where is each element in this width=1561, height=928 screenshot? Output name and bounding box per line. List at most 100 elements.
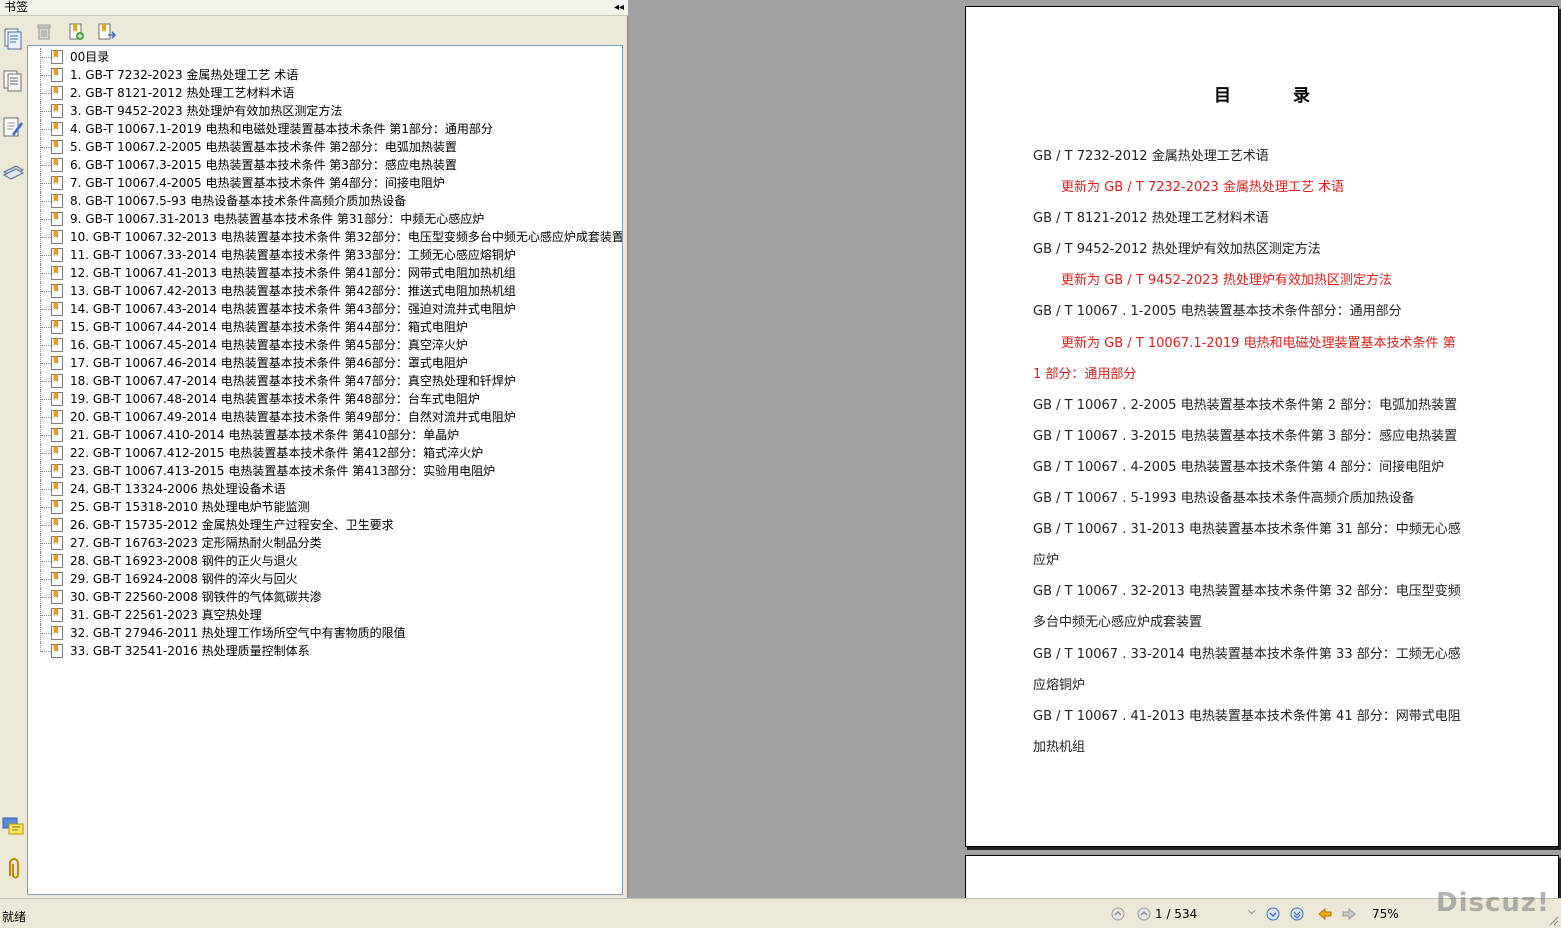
first-page-icon[interactable] <box>1111 907 1125 921</box>
bookmark-icon <box>51 626 63 640</box>
bookmark-item[interactable]: 20. GB-T 10067.49-2014 电热装置基本技术条件 第49部分：… <box>28 408 622 426</box>
bookmark-item[interactable]: 16. GB-T 10067.45-2014 电热装置基本技术条件 第45部分：… <box>28 336 622 354</box>
page-number-field[interactable]: 1 / 534 <box>1133 905 1263 924</box>
bookmark-list: 00目录 1. GB-T 7232-2023 金属热处理工艺 术语 2. GB-T … <box>28 48 622 660</box>
tree-guide-line <box>40 66 51 84</box>
toc-line: GB / T 10067 . 32-2013 电热装置基本技术条件第 32 部分… <box>1033 584 1461 600</box>
status-bar: 就绪 1 / 534 ⌵ 75% <box>0 898 1561 928</box>
bookmark-item[interactable]: 31. GB-T 22561-2023 真空热处理 <box>28 606 622 624</box>
go-back-icon[interactable] <box>1318 907 1332 921</box>
bookmark-icon <box>51 590 63 604</box>
tree-guide-line <box>40 588 51 606</box>
bookmark-icon <box>51 446 63 460</box>
bookmark-item[interactable]: 3. GB-T 9452-2023 热处理炉有效加热区测定方法 <box>28 102 622 120</box>
bookmark-label: 1. GB-T 7232-2023 金属热处理工艺 术语 <box>70 68 299 82</box>
toc-line: GB / T 10067 . 2-2005 电热装置基本技术条件第 2 部分：电… <box>1033 397 1458 413</box>
bookmark-label: 32. GB-T 27946-2011 热处理工作场所空气中有害物质的限值 <box>70 626 406 640</box>
toc-line: GB / T 10067 . 41-2013 电热装置基本技术条件第 41 部分… <box>1033 708 1461 724</box>
attachments-list-icon[interactable] <box>1 158 25 184</box>
bookmark-tree[interactable]: 00目录 1. GB-T 7232-2023 金属热处理工艺 术语 2. GB-T … <box>27 45 623 895</box>
bookmark-label: 8. GB-T 10067.5-93 电热设备基本技术条件高频介质加热设备 <box>70 194 407 208</box>
bookmark-item[interactable]: 24. GB-T 13324-2006 热处理设备术语 <box>28 480 622 498</box>
layers-icon[interactable] <box>1 68 25 94</box>
bookmark-item[interactable]: 30. GB-T 22560-2008 钢铁件的气体氮碳共渗 <box>28 588 622 606</box>
bookmark-item[interactable]: 9. GB-T 10067.31-2013 电热装置基本技术条件 第31部分：中… <box>28 210 622 228</box>
bookmark-icon <box>51 68 63 82</box>
bookmark-toolbar <box>28 20 228 44</box>
bookmark-item[interactable]: 33. GB-T 32541-2016 热处理质量控制体系 <box>28 642 622 660</box>
new-bookmark-icon[interactable] <box>66 22 86 42</box>
pages-icon[interactable] <box>1 26 25 52</box>
bookmark-item[interactable]: 25. GB-T 15318-2010 热处理电炉节能监测 <box>28 498 622 516</box>
bookmark-item[interactable]: 11. GB-T 10067.33-2014 电热装置基本技术条件 第33部分：… <box>28 246 622 264</box>
bookmark-icon <box>51 194 63 208</box>
tree-guide-line <box>40 246 51 264</box>
bookmark-icon <box>51 248 63 262</box>
bookmark-item[interactable]: 7. GB-T 10067.4-2005 电热装置基本技术条件 第4部分：间接电… <box>28 174 622 192</box>
bookmark-label: 28. GB-T 16923-2008 钢件的正火与退火 <box>70 554 298 568</box>
bookmark-item[interactable]: 22. GB-T 10067.412-2015 电热装置基本技术条件 第412部… <box>28 444 622 462</box>
bookmark-label: 17. GB-T 10067.46-2014 电热装置基本技术条件 第46部分：… <box>70 356 468 370</box>
bookmark-item[interactable]: 19. GB-T 10067.48-2014 电热装置基本技术条件 第48部分：… <box>28 390 622 408</box>
page-indicator: 1 / 534 <box>1155 907 1198 921</box>
comments-icon[interactable] <box>1 814 25 840</box>
bookmark-item[interactable]: 32. GB-T 27946-2011 热处理工作场所空气中有害物质的限值 <box>28 624 622 642</box>
bookmark-item[interactable]: 1. GB-T 7232-2023 金属热处理工艺 术语 <box>28 66 622 84</box>
last-page-icon[interactable] <box>1290 907 1304 921</box>
signatures-icon[interactable] <box>1 114 25 140</box>
bookmark-item[interactable]: 8. GB-T 10067.5-93 电热设备基本技术条件高频介质加热设备 <box>28 192 622 210</box>
bookmark-item[interactable]: 28. GB-T 16923-2008 钢件的正火与退火 <box>28 552 622 570</box>
paperclip-icon[interactable] <box>1 856 25 882</box>
bookmark-item[interactable]: 4. GB-T 10067.1-2019 电热和电磁处理装置基本技术条件 第1部… <box>28 120 622 138</box>
bookmark-label: 29. GB-T 16924-2008 钢件的淬火与回火 <box>70 572 298 586</box>
bookmark-item[interactable]: 13. GB-T 10067.42-2013 电热装置基本技术条件 第42部分：… <box>28 282 622 300</box>
tree-guide-line <box>40 462 51 480</box>
bookmark-item[interactable]: 10. GB-T 10067.32-2013 电热装置基本技术条件 第32部分：… <box>28 228 622 246</box>
document-view[interactable]: 目 录 GB / T 7232-2012 金属热处理工艺术语 更新为 GB / T… <box>629 0 1561 898</box>
bookmark-label: 26. GB-T 15735-2012 金属热处理生产过程安全、卫生要求 <box>70 518 394 532</box>
bookmark-label: 2. GB-T 8121-2012 热处理工艺材料术语 <box>70 86 295 100</box>
bookmark-item[interactable]: 26. GB-T 15735-2012 金属热处理生产过程安全、卫生要求 <box>28 516 622 534</box>
go-forward-icon[interactable] <box>1342 907 1356 921</box>
bookmark-item[interactable]: 15. GB-T 10067.44-2014 电热装置基本技术条件 第44部分：… <box>28 318 622 336</box>
status-text: 就绪 <box>2 910 27 924</box>
bookmark-item[interactable]: 5. GB-T 10067.2-2005 电热装置基本技术条件 第2部分：电弧加… <box>28 138 622 156</box>
bookmark-item[interactable]: 27. GB-T 16763-2023 定形隔热耐火制品分类 <box>28 534 622 552</box>
collapse-panel-button[interactable]: ◂◂ <box>614 0 624 15</box>
tree-guide-line <box>40 192 51 210</box>
bookmark-label: 23. GB-T 10067.413-2015 电热装置基本技术条件 第413部… <box>70 464 496 478</box>
page-dropdown-icon[interactable]: ⌵ <box>1248 906 1256 917</box>
bookmark-item[interactable]: 14. GB-T 10067.43-2014 电热装置基本技术条件 第43部分：… <box>28 300 622 318</box>
bookmark-item[interactable]: 2. GB-T 8121-2012 热处理工艺材料术语 <box>28 84 622 102</box>
toc-line: 1 部分：通用部分 <box>1033 366 1137 382</box>
toc-line: GB / T 10067 . 4-2005 电热装置基本技术条件第 4 部分：间… <box>1033 459 1445 475</box>
bookmark-item[interactable]: 21. GB-T 10067.410-2014 电热装置基本技术条件 第410部… <box>28 426 622 444</box>
bookmark-item[interactable]: 00目录 <box>28 48 622 66</box>
bookmark-label: 16. GB-T 10067.45-2014 电热装置基本技术条件 第45部分：… <box>70 338 468 352</box>
next-page-icon[interactable] <box>1266 907 1280 921</box>
toc-line: GB / T 7232-2012 金属热处理工艺术语 <box>1033 149 1269 164</box>
bookmark-label: 5. GB-T 10067.2-2005 电热装置基本技术条件 第2部分：电弧加… <box>70 140 457 154</box>
tree-guide-line <box>40 480 51 498</box>
bookmark-label: 21. GB-T 10067.410-2014 电热装置基本技术条件 第410部… <box>70 428 460 442</box>
bookmark-icon <box>51 122 63 136</box>
bookmark-label: 00目录 <box>70 50 110 64</box>
bookmark-icon <box>51 428 63 442</box>
expand-bookmark-icon[interactable] <box>96 22 117 42</box>
delete-bookmark-icon[interactable] <box>34 22 54 42</box>
bookmark-icon <box>51 572 63 586</box>
bookmark-item[interactable]: 18. GB-T 10067.47-2014 电热装置基本技术条件 第47部分：… <box>28 372 622 390</box>
zoom-field[interactable]: 75% <box>1366 905 1436 924</box>
tree-guide-line <box>40 408 51 426</box>
tree-guide-line <box>40 84 51 102</box>
bookmark-item[interactable]: 17. GB-T 10067.46-2014 电热装置基本技术条件 第46部分：… <box>28 354 622 372</box>
bookmark-icon <box>51 536 63 550</box>
bookmark-label: 33. GB-T 32541-2016 热处理质量控制体系 <box>70 644 310 658</box>
bookmark-item[interactable]: 6. GB-T 10067.3-2015 电热装置基本技术条件 第3部分：感应电… <box>28 156 622 174</box>
bookmark-label: 3. GB-T 9452-2023 热处理炉有效加热区测定方法 <box>70 104 343 118</box>
toc-line: 应熔铜炉 <box>1033 677 1086 693</box>
tree-guide-line <box>40 48 51 66</box>
bookmark-item[interactable]: 12. GB-T 10067.41-2013 电热装置基本技术条件 第41部分：… <box>28 264 622 282</box>
bookmark-item[interactable]: 23. GB-T 10067.413-2015 电热装置基本技术条件 第413部… <box>28 462 622 480</box>
bookmark-item[interactable]: 29. GB-T 16924-2008 钢件的淬火与回火 <box>28 570 622 588</box>
